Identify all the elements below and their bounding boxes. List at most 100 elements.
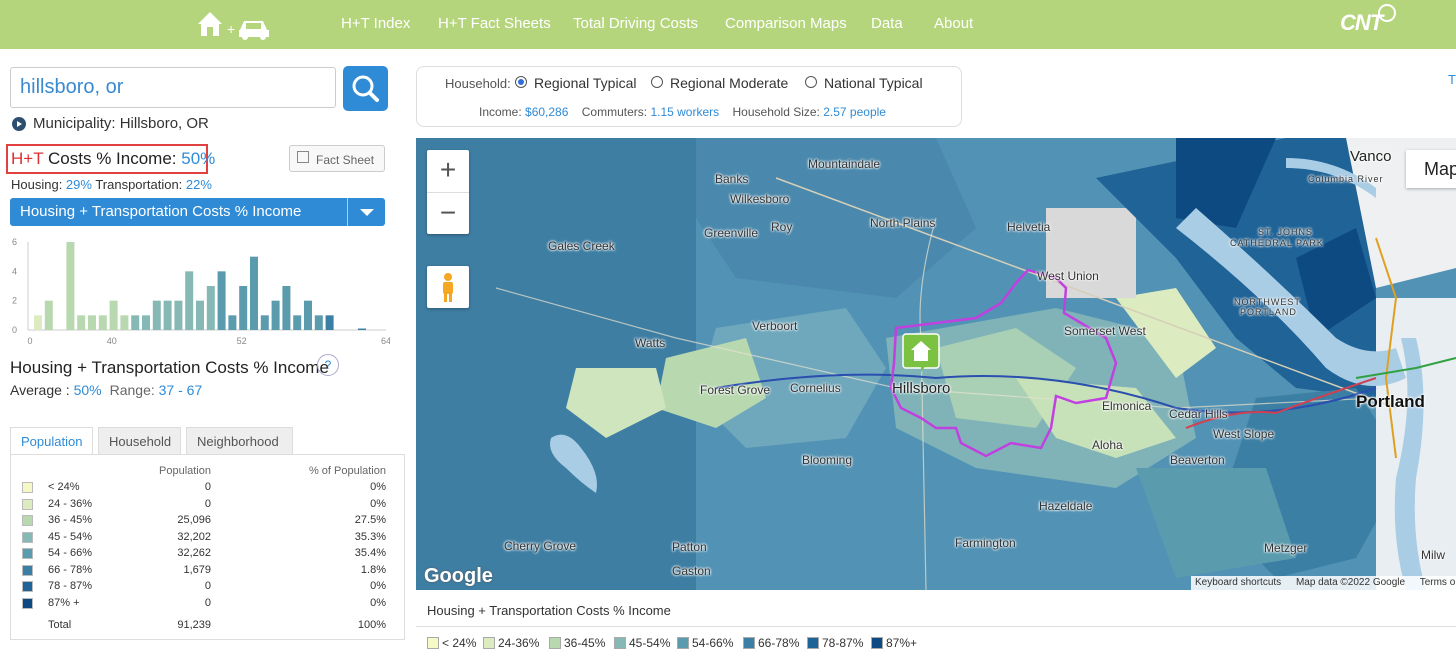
range-cell: 36 - 45%: [48, 514, 93, 526]
color-swatch: [22, 564, 33, 576]
legend-swatch: [614, 637, 626, 649]
municipality-label: Municipality: Hillsboro, OR: [33, 115, 209, 132]
x-tick-label: 0: [27, 336, 32, 346]
nav-ht-index[interactable]: H+T Index: [341, 15, 410, 32]
home-marker-icon[interactable]: [902, 333, 940, 372]
household-size-value[interactable]: 2.57 people: [823, 105, 886, 119]
histogram-bar: [304, 300, 312, 330]
commuters-value[interactable]: 1.15 workers: [650, 105, 719, 119]
x-tick-label: 64: [381, 336, 390, 346]
histogram-bar: [142, 315, 150, 330]
legend-item: 78-87%: [807, 636, 863, 650]
table-row: < 24% 0 0%: [11, 479, 406, 495]
google-logo: Google: [424, 565, 493, 587]
percent-cell: 0%: [370, 481, 386, 493]
legend-item: 54-66%: [677, 636, 733, 650]
search-input[interactable]: [10, 67, 336, 108]
histogram-bar: [250, 256, 258, 330]
map-label: Mountaindale: [808, 157, 881, 171]
histogram-bar: [120, 315, 129, 330]
municipality-expand-icon[interactable]: [12, 117, 26, 131]
histogram-bar: [239, 286, 248, 330]
house-plus-car-logo-icon[interactable]: +: [195, 6, 275, 42]
histogram-bar: [217, 271, 226, 330]
histogram-bar: [131, 315, 140, 330]
histogram-bar: [77, 315, 86, 330]
table-row: 36 - 45% 25,096 27.5%: [11, 512, 406, 528]
y-tick-label: 2: [12, 296, 17, 306]
histogram-bar: [174, 300, 183, 330]
legend-swatch: [549, 637, 561, 649]
zoom-out-button[interactable]: −: [427, 192, 469, 234]
map-label: Hazeldale: [1039, 499, 1093, 513]
search-button[interactable]: [343, 66, 388, 111]
keyboard-shortcuts-link[interactable]: Keyboard shortcuts: [1195, 577, 1281, 588]
population-cell: 32,262: [177, 547, 211, 559]
cnt-logo-ring-icon: [1378, 4, 1396, 22]
histogram-bar: [260, 315, 269, 330]
legend-label: 36-45%: [564, 636, 606, 650]
radio-label-regional-typical[interactable]: Regional Typical: [534, 75, 636, 91]
range-cell: 66 - 78%: [48, 563, 93, 576]
map-canvas[interactable]: [416, 138, 1456, 590]
histogram-bar: [66, 242, 75, 330]
legend-label: 87%+: [886, 636, 918, 650]
street-view-button[interactable]: [427, 266, 469, 308]
x-tick-label: 52: [237, 336, 247, 346]
histogram-bar: [325, 315, 334, 330]
top-right-link[interactable]: T: [1448, 72, 1456, 87]
map-data-credit: Map data ©2022 Google: [1295, 577, 1406, 588]
table-row: 45 - 54% 32,202 35.3%: [11, 529, 406, 545]
map-label: NORTHWEST: [1234, 297, 1301, 307]
nav-comparison-maps[interactable]: Comparison Maps: [725, 15, 847, 32]
pegman-icon: [443, 273, 453, 302]
map-label: CATHEDRAL PARK: [1230, 238, 1324, 248]
nav-fact-sheets[interactable]: H+T Fact Sheets: [438, 15, 551, 32]
map-label: Aloha: [1092, 438, 1123, 452]
search-icon: [352, 75, 379, 102]
y-tick-label: 6: [12, 237, 17, 247]
cnt-logo[interactable]: CNT: [1340, 10, 1383, 36]
histogram-bar: [44, 300, 53, 330]
map-type-button[interactable]: Map: [1406, 150, 1456, 188]
map-label: Cherry Grove: [504, 539, 577, 553]
map-label: Greenville: [704, 226, 759, 240]
radio-label-national-typical[interactable]: National Typical: [824, 75, 923, 91]
nav-about[interactable]: About: [934, 15, 973, 32]
choropleth-map[interactable]: Mountaindale Banks Wilkesboro North Plai…: [416, 138, 1456, 590]
range-cell: 87% +: [48, 596, 80, 609]
percent-cell: 1.8%: [360, 563, 386, 576]
radio-regional-typical[interactable]: [515, 76, 527, 88]
color-swatch: [22, 515, 33, 526]
tab-neighborhood[interactable]: Neighborhood: [186, 427, 293, 455]
map-label: West Union: [1037, 269, 1099, 283]
map-label: Watts: [635, 336, 666, 350]
radio-regional-moderate[interactable]: [651, 76, 663, 88]
chevron-down-icon[interactable]: [360, 209, 374, 216]
income-value[interactable]: $60,286: [525, 105, 568, 119]
histogram-bar: [282, 286, 291, 330]
table-total-row: Total 91,239 100%: [11, 617, 406, 633]
svg-text:+: +: [227, 21, 235, 37]
radio-label-regional-moderate[interactable]: Regional Moderate: [670, 75, 788, 91]
tab-population[interactable]: Population: [10, 427, 93, 455]
table-row: 24 - 36% 0 0%: [11, 496, 406, 512]
population-cell: 0: [204, 596, 211, 609]
histogram-bar: [293, 315, 302, 330]
legend-label: < 24%: [442, 636, 477, 650]
nav-data[interactable]: Data: [871, 15, 903, 32]
indicator-dropdown[interactable]: Housing + Transportation Costs % Income: [10, 198, 385, 226]
table-row: 78 - 87% 0 0%: [11, 578, 406, 594]
nav-total-driving-costs[interactable]: Total Driving Costs: [573, 15, 698, 32]
help-icon[interactable]: ?: [317, 354, 339, 376]
y-tick-label: 4: [12, 266, 17, 276]
terms-link[interactable]: Terms o: [1420, 577, 1456, 588]
percent-cell: 27.5%: [354, 514, 386, 526]
household-info: Income: $60,286 Commuters: 1.15 workers …: [479, 105, 886, 119]
percent-cell: 35.3%: [354, 530, 386, 543]
zoom-in-button[interactable]: +: [427, 150, 469, 192]
map-label: North Plains: [870, 216, 936, 230]
population-cell: 0: [204, 580, 211, 592]
tab-household[interactable]: Household: [98, 427, 181, 455]
radio-national-typical[interactable]: [805, 76, 817, 88]
